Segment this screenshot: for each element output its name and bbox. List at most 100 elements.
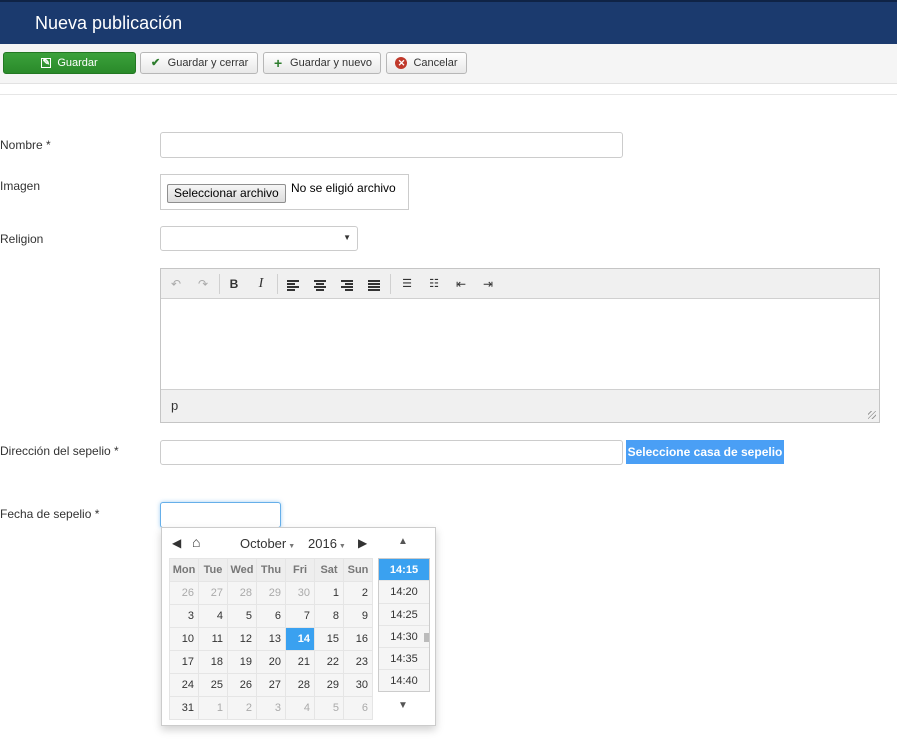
- calendar-day[interactable]: 25: [198, 673, 228, 697]
- numbered-list-icon[interactable]: ☷: [425, 276, 443, 292]
- time-scrollbar-thumb[interactable]: [424, 633, 429, 642]
- calendar-day[interactable]: 27: [256, 673, 286, 697]
- align-right-icon[interactable]: [338, 276, 356, 292]
- calendar-day[interactable]: 29: [314, 673, 344, 697]
- italic-icon[interactable]: I: [252, 276, 270, 292]
- calendar-day[interactable]: 30: [285, 581, 315, 605]
- calendar-day[interactable]: 26: [227, 673, 257, 697]
- calendar-day[interactable]: 19: [227, 650, 257, 674]
- time-option[interactable]: 14:40: [379, 670, 429, 691]
- calendar-day[interactable]: 1: [314, 581, 344, 605]
- time-option[interactable]: 14:20: [379, 581, 429, 604]
- calendar-day[interactable]: 5: [314, 696, 344, 720]
- calendar-day[interactable]: 12: [227, 627, 257, 651]
- calendar-day[interactable]: 29: [256, 581, 286, 605]
- home-icon[interactable]: ⌂: [192, 534, 200, 550]
- calendar-day[interactable]: 28: [227, 581, 257, 605]
- direccion-label: Dirección del sepelio *: [0, 444, 119, 458]
- cancel-button[interactable]: ✕ Cancelar: [386, 52, 467, 74]
- time-scroll-up-icon[interactable]: ▲: [398, 536, 408, 547]
- calendar-day[interactable]: 10: [169, 627, 199, 651]
- calendar-day[interactable]: 5: [227, 604, 257, 628]
- weekday-header: Tue: [198, 558, 228, 582]
- calendar-week-row: 10 11 12 13 14 15 16: [169, 627, 373, 651]
- fecha-input[interactable]: [160, 502, 281, 528]
- calendar-day[interactable]: 11: [198, 627, 228, 651]
- plus-icon: +: [273, 55, 283, 71]
- save-new-button[interactable]: + Guardar y nuevo: [263, 52, 381, 74]
- calendar-day[interactable]: 30: [343, 673, 373, 697]
- calendar-day[interactable]: 4: [198, 604, 228, 628]
- calendar-day[interactable]: 2: [227, 696, 257, 720]
- time-scroll-down-icon[interactable]: ▼: [398, 700, 408, 711]
- app-header: Nueva publicación: [0, 0, 897, 44]
- undo-icon[interactable]: ↶: [167, 276, 185, 292]
- save-button-label: Guardar: [57, 57, 98, 69]
- religion-select[interactable]: ▼: [160, 226, 358, 251]
- select-file-button[interactable]: Seleccionar archivo: [167, 184, 286, 203]
- time-option-selected[interactable]: 14:15: [379, 559, 429, 582]
- outdent-icon[interactable]: ⇤: [452, 276, 470, 292]
- bold-icon[interactable]: B: [225, 276, 243, 292]
- month-select[interactable]: October ▼: [240, 536, 295, 551]
- calendar-day[interactable]: 21: [285, 650, 315, 674]
- align-left-icon[interactable]: [284, 276, 302, 292]
- calendar-day[interactable]: 4: [285, 696, 315, 720]
- time-option[interactable]: 14:30: [379, 625, 429, 649]
- editor-element-path: p: [171, 398, 179, 413]
- calendar-day[interactable]: 13: [256, 627, 286, 651]
- prev-month-icon[interactable]: ◀: [172, 536, 181, 550]
- fecha-label: Fecha de sepelio *: [0, 507, 100, 521]
- calendar-day[interactable]: 31: [169, 696, 199, 720]
- next-month-icon[interactable]: ▶: [358, 536, 367, 550]
- calendar-day[interactable]: 28: [285, 673, 315, 697]
- calendar-day[interactable]: 27: [198, 581, 228, 605]
- calendar-day[interactable]: 22: [314, 650, 344, 674]
- calendar-day[interactable]: 17: [169, 650, 199, 674]
- direccion-input[interactable]: [160, 440, 623, 465]
- imagen-label: Imagen: [0, 179, 41, 193]
- calendar-day[interactable]: 23: [343, 650, 373, 674]
- calendar-day[interactable]: 18: [198, 650, 228, 674]
- time-option[interactable]: 14:35: [379, 648, 429, 671]
- calendar-day-selected[interactable]: 14: [285, 627, 315, 651]
- divider: [0, 94, 897, 95]
- align-center-icon[interactable]: [311, 276, 329, 292]
- resize-handle-icon[interactable]: [868, 411, 876, 419]
- select-funeral-home-button[interactable]: Seleccione casa de sepelio: [626, 440, 784, 464]
- calendar-day[interactable]: 2: [343, 581, 373, 605]
- save-button[interactable]: ✎ Guardar: [3, 52, 136, 74]
- calendar-day[interactable]: 20: [256, 650, 286, 674]
- calendar-day[interactable]: 6: [256, 604, 286, 628]
- action-toolbar: ✎ Guardar ✔ Guardar y cerrar + Guardar y…: [0, 44, 897, 84]
- datetime-picker: ◀ ⌂ October ▼ 2016 ▼ ▶ Mon Tue Wed Thu Fri…: [161, 527, 436, 726]
- redo-icon[interactable]: ↷: [194, 276, 212, 292]
- month-value: October: [240, 536, 287, 551]
- year-select[interactable]: 2016 ▼: [308, 536, 346, 551]
- time-option[interactable]: 14:25: [379, 603, 429, 626]
- save-close-button[interactable]: ✔ Guardar y cerrar: [140, 52, 258, 74]
- align-left-lines: [287, 280, 299, 292]
- calendar-grid: Mon Tue Wed Thu Fri Sat Sun 26 27 28 29 …: [169, 558, 373, 720]
- calendar-day[interactable]: 3: [256, 696, 286, 720]
- calendar-day[interactable]: 8: [314, 604, 344, 628]
- weekday-header: Fri: [285, 558, 315, 582]
- editor-content-area[interactable]: [161, 300, 879, 389]
- calendar-day[interactable]: 15: [314, 627, 344, 651]
- align-justify-icon[interactable]: [365, 276, 383, 292]
- calendar-day[interactable]: 24: [169, 673, 199, 697]
- calendar-day[interactable]: 6: [343, 696, 373, 720]
- nombre-input[interactable]: [160, 132, 623, 158]
- chevron-down-icon: ▼: [343, 233, 351, 242]
- calendar-day[interactable]: 7: [285, 604, 315, 628]
- calendar-day[interactable]: 9: [343, 604, 373, 628]
- bullet-list-icon[interactable]: ☰: [398, 276, 416, 292]
- edit-icon: ✎: [41, 57, 52, 68]
- toolbar-separator: [390, 274, 391, 294]
- indent-icon[interactable]: ⇥: [479, 276, 497, 292]
- calendar-day[interactable]: 26: [169, 581, 199, 605]
- calendar-day[interactable]: 3: [169, 604, 199, 628]
- calendar-day[interactable]: 1: [198, 696, 228, 720]
- calendar-day[interactable]: 16: [343, 627, 373, 651]
- check-icon: ✔: [151, 57, 161, 69]
